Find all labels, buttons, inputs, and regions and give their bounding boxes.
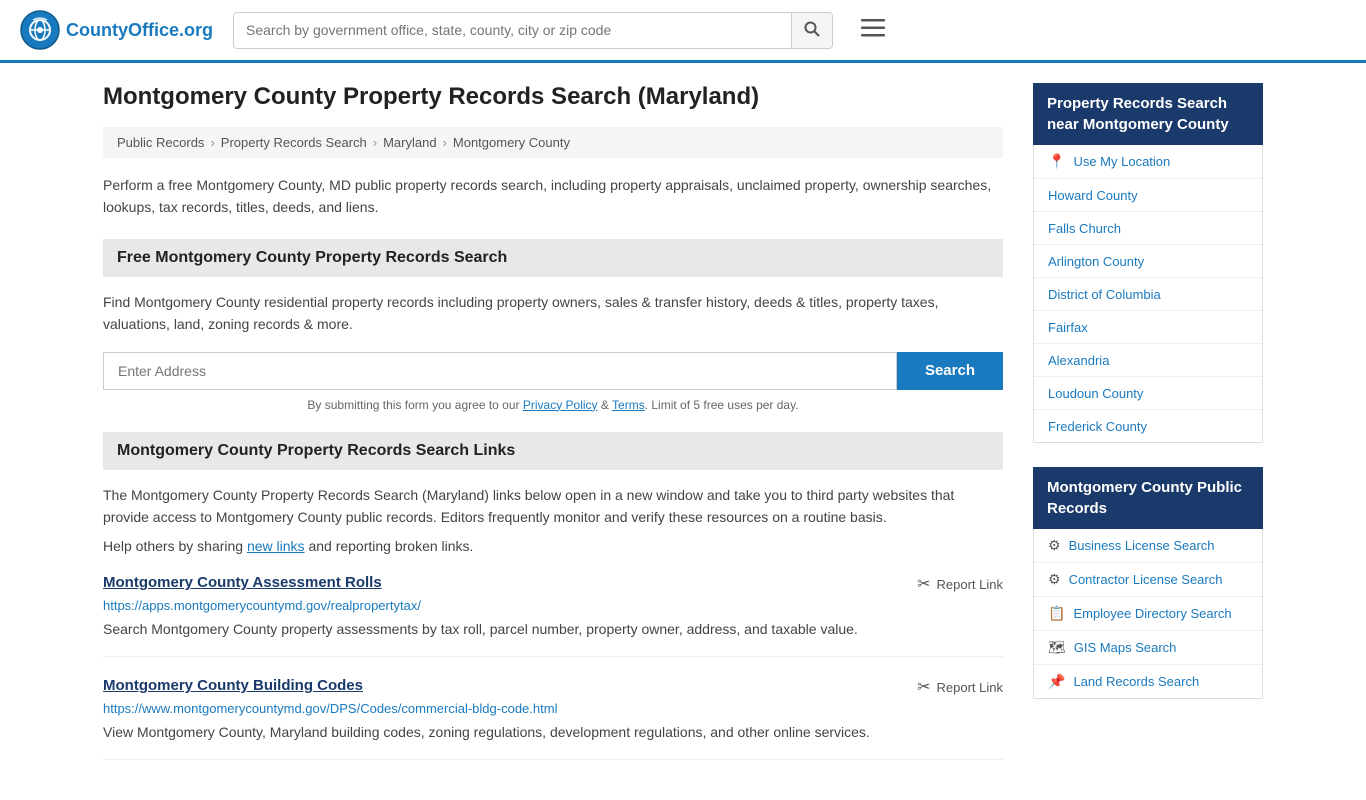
record-link-item-building: Montgomery County Building Codes ✂ Repor… (103, 677, 1003, 760)
nearby-list: 📍 Use My Location Howard County Falls Ch… (1033, 145, 1263, 443)
record-link-url-assessment[interactable]: https://apps.montgomerycountymd.gov/real… (103, 598, 1003, 613)
howard-county-link[interactable]: Howard County (1048, 188, 1138, 203)
gis-maps-link[interactable]: GIS Maps Search (1074, 640, 1177, 655)
map-icon: 🗺 (1048, 639, 1066, 656)
loudoun-county-link[interactable]: Loudoun County (1048, 386, 1143, 401)
sidebar-item-howard[interactable]: Howard County (1034, 179, 1262, 212)
address-search-area: Search (103, 352, 1003, 390)
falls-church-link[interactable]: Falls Church (1048, 221, 1121, 236)
nearby-title: Property Records Search near Montgomery … (1033, 83, 1263, 145)
hamburger-icon (861, 19, 885, 37)
record-link-url-building[interactable]: https://www.montgomerycountymd.gov/DPS/C… (103, 701, 1003, 716)
sidebar-item-dc[interactable]: District of Columbia (1034, 278, 1262, 311)
record-link-desc-building: View Montgomery County, Maryland buildin… (103, 722, 1003, 743)
employee-directory-link[interactable]: Employee Directory Search (1073, 606, 1231, 621)
free-search-header: Free Montgomery County Property Records … (103, 239, 1003, 277)
report-icon: ✂ (917, 574, 930, 594)
sidebar-item-arlington[interactable]: Arlington County (1034, 245, 1262, 278)
sidebar-item-gis-maps[interactable]: 🗺 GIS Maps Search (1034, 631, 1262, 665)
sidebar: Property Records Search near Montgomery … (1033, 83, 1263, 780)
breadcrumb-property-records[interactable]: Property Records Search (221, 135, 367, 150)
location-icon: 📍 (1048, 153, 1065, 170)
logo-text: CountyOffice.org (66, 20, 213, 41)
report-link-building[interactable]: ✂ Report Link (917, 677, 1003, 697)
free-search-description: Find Montgomery County residential prope… (103, 291, 1003, 336)
menu-button[interactable] (853, 13, 893, 47)
sidebar-item-employee-directory[interactable]: 📋 Employee Directory Search (1034, 597, 1262, 631)
sidebar-item-falls-church[interactable]: Falls Church (1034, 212, 1262, 245)
sidebar-item-contractor-license[interactable]: ⚙ Contractor License Search (1034, 563, 1262, 597)
sidebar-item-loudoun[interactable]: Loudoun County (1034, 377, 1262, 410)
gear2-icon: ⚙ (1048, 537, 1061, 554)
intro-text: Perform a free Montgomery County, MD pub… (103, 174, 1003, 219)
sidebar-item-business-license[interactable]: ⚙ Business License Search (1034, 529, 1262, 563)
book-icon: 📋 (1048, 605, 1065, 622)
use-my-location-link[interactable]: Use My Location (1073, 154, 1170, 169)
sidebar-item-fairfax[interactable]: Fairfax (1034, 311, 1262, 344)
breadcrumb-maryland[interactable]: Maryland (383, 135, 436, 150)
land-records-link[interactable]: Land Records Search (1073, 674, 1199, 689)
record-link-item: Montgomery County Assessment Rolls ✂ Rep… (103, 574, 1003, 657)
public-records-title: Montgomery County Public Records (1033, 467, 1263, 529)
header-search-bar (233, 12, 833, 49)
privacy-policy-link[interactable]: Privacy Policy (523, 398, 598, 412)
main-container: Montgomery County Property Records Searc… (83, 63, 1283, 800)
alexandria-link[interactable]: Alexandria (1048, 353, 1109, 368)
report-icon-building: ✂ (917, 677, 930, 697)
header-search-input[interactable] (234, 14, 791, 46)
logo-link[interactable]: CountyOffice.org (20, 10, 213, 50)
contractor-license-link[interactable]: Contractor License Search (1069, 572, 1223, 587)
pin-icon: 📌 (1048, 673, 1065, 690)
fairfax-link[interactable]: Fairfax (1048, 320, 1088, 335)
record-link-title-building[interactable]: Montgomery County Building Codes (103, 677, 363, 694)
dc-link[interactable]: District of Columbia (1048, 287, 1161, 302)
public-records-section: Montgomery County Public Records ⚙ Busin… (1033, 467, 1263, 699)
content-area: Montgomery County Property Records Searc… (103, 83, 1003, 780)
sidebar-item-alexandria[interactable]: Alexandria (1034, 344, 1262, 377)
links-intro: The Montgomery County Property Records S… (103, 484, 1003, 529)
report-link-assessment[interactable]: ✂ Report Link (917, 574, 1003, 594)
sidebar-item-frederick[interactable]: Frederick County (1034, 410, 1262, 442)
business-license-link[interactable]: Business License Search (1069, 538, 1215, 553)
frederick-county-link[interactable]: Frederick County (1048, 419, 1147, 434)
new-links-link[interactable]: new links (247, 538, 305, 554)
page-title: Montgomery County Property Records Searc… (103, 83, 1003, 111)
links-section-header: Montgomery County Property Records Searc… (103, 432, 1003, 470)
search-icon (804, 21, 820, 37)
address-search-button[interactable]: Search (897, 352, 1003, 390)
breadcrumb-current: Montgomery County (453, 135, 570, 150)
sidebar-item-use-my-location[interactable]: 📍 Use My Location (1034, 145, 1262, 179)
links-help: Help others by sharing new links and rep… (103, 538, 1003, 554)
breadcrumb-public-records[interactable]: Public Records (117, 135, 204, 150)
public-records-list: ⚙ Business License Search ⚙ Contractor L… (1033, 529, 1263, 699)
terms-link[interactable]: Terms (612, 398, 645, 412)
record-link-title-assessment[interactable]: Montgomery County Assessment Rolls (103, 574, 382, 591)
form-note: By submitting this form you agree to our… (103, 398, 1003, 412)
arlington-county-link[interactable]: Arlington County (1048, 254, 1144, 269)
site-header: CountyOffice.org (0, 0, 1366, 63)
nearby-section: Property Records Search near Montgomery … (1033, 83, 1263, 443)
record-link-desc-assessment: Search Montgomery County property assess… (103, 619, 1003, 640)
header-search-button[interactable] (791, 13, 832, 48)
logo-icon (20, 10, 60, 50)
address-input[interactable] (103, 352, 897, 390)
sidebar-item-land-records[interactable]: 📌 Land Records Search (1034, 665, 1262, 698)
breadcrumb: Public Records › Property Records Search… (103, 127, 1003, 158)
gear1-icon: ⚙ (1048, 571, 1061, 588)
